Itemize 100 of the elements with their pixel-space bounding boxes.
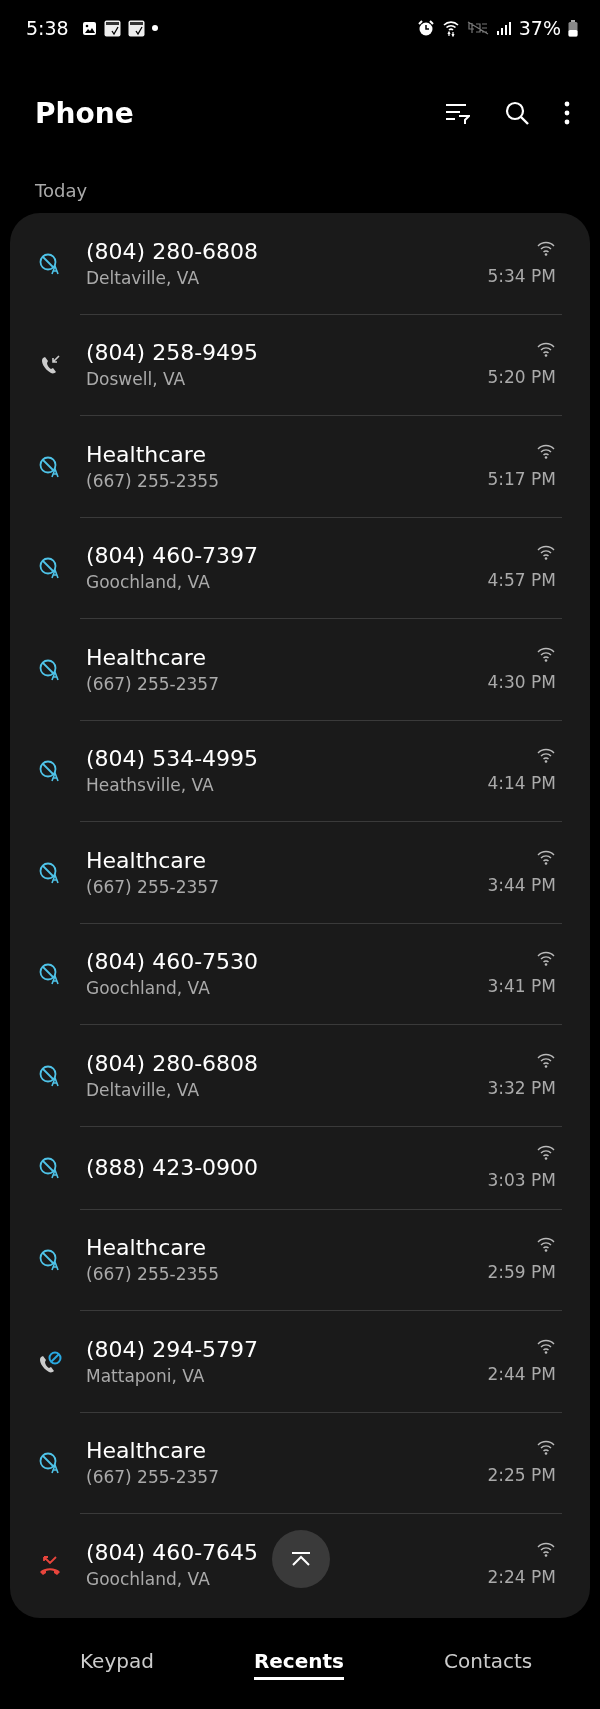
caller-name: (804) 460-7645 [86,1540,259,1566]
caller-name: (804) 460-7530 [86,949,259,975]
caller-detail: Goochland, VA [86,1569,210,1590]
battery-icon [568,19,578,37]
call-log-item[interactable]: (804) 280-6808 Deltaville, VA 5:34 PM [10,213,590,315]
call-log-item[interactable]: (804) 534-4995 Heathsville, VA 4:14 PM [10,720,590,822]
caller-detail: (667) 255-2355 [86,470,219,491]
caller-detail: Goochland, VA [86,572,210,593]
app-title: Phone [35,96,134,130]
wifi-calling-icon [536,545,556,561]
call-time: 3:32 PM [487,1077,556,1098]
gallery-icon [81,20,97,36]
caller-name: Healthcare [86,1235,206,1261]
call-time: 2:59 PM [487,1262,556,1283]
wifi-calling-icon [536,951,556,967]
call-log-item[interactable]: (804) 460-7645 Goochland, VA 2:24 PM [10,1514,590,1616]
call-log-item[interactable]: (804) 280-6808 Deltaville, VA 3:32 PM [10,1025,590,1127]
auto-reject-icon [39,760,61,783]
chevron-up-icon [290,1551,312,1567]
wifi-calling-icon [536,1052,556,1068]
wifi-calling-icon [536,1542,556,1558]
caller-detail: Doswell, VA [86,369,186,390]
call-time: 2:24 PM [487,1567,556,1588]
section-header: Today [34,179,89,203]
caller-detail: (667) 255-2357 [86,1467,219,1488]
alarm-icon [416,19,435,37]
caller-name: Healthcare [86,1438,206,1464]
call-time: 3:44 PM [487,874,556,895]
caller-detail: (667) 255-2355 [86,1264,219,1285]
call-time: 4:30 PM [487,671,556,692]
nav-tab[interactable]: Keypad [80,1644,154,1680]
auto-reject-icon [39,861,61,884]
caller-detail: Mattaponi, VA [86,1365,205,1386]
caller-name: (888) 423-0900 [86,1155,259,1180]
call-time: 5:20 PM [487,367,556,388]
auto-reject-icon [39,455,61,478]
auto-reject-icon [39,252,61,275]
call-log-item[interactable]: (804) 460-7530 Goochland, VA 3:41 PM [10,923,590,1025]
blocked-call-icon [38,1350,62,1373]
auto-reject-icon [39,1064,61,1087]
caller-detail: Heathsville, VA [86,775,214,796]
call-time: 2:25 PM [487,1465,556,1486]
wifi-calling-icon [536,646,556,662]
caller-name: (804) 280-6808 [86,238,259,264]
filter-icon [444,101,470,125]
auto-reject-icon [39,963,61,986]
call-log-item[interactable]: Healthcare (667) 255-2357 3:44 PM [10,822,590,924]
caller-detail: (667) 255-2357 [86,673,219,694]
call-log-item[interactable]: Healthcare (667) 255-2357 2:25 PM [10,1412,590,1514]
wifi-icon [441,19,460,37]
missed-call-icon [38,1553,62,1576]
call-time: 3:41 PM [487,976,556,997]
call-time: 5:17 PM [487,468,556,489]
auto-reject-icon [39,557,61,580]
status-time: 5:38 [26,17,69,39]
call-log-item[interactable]: Healthcare (667) 255-2355 2:59 PM [10,1209,590,1311]
wifi-calling-icon [536,1237,556,1253]
wifi-calling-icon [536,1440,556,1456]
nav-tab[interactable]: Contacts [444,1644,533,1680]
caller-name: Healthcare [86,441,206,467]
call-log-item[interactable]: (804) 258-9495 Doswell, VA 5:20 PM [10,314,590,416]
battery-percent: 37% [518,17,561,39]
caller-name: Healthcare [86,847,206,873]
checklist-icon [127,19,145,37]
signal-icon [495,20,512,36]
caller-detail: Deltaville, VA [86,267,200,288]
wifi-calling-icon [536,1338,556,1354]
call-log-item[interactable]: Healthcare (667) 255-2355 5:17 PM [10,416,590,518]
call-time: 5:34 PM [487,265,556,286]
call-time: 2:44 PM [487,1363,556,1384]
wifi-calling-icon [536,1145,556,1160]
caller-detail: (667) 255-2357 [86,876,219,897]
call-log-item[interactable]: (804) 294-5797 Mattaponi, VA 2:44 PM [10,1311,590,1413]
search-icon [504,100,530,126]
auto-reject-icon [39,1249,61,1272]
caller-name: (804) 294-5797 [86,1336,259,1362]
caller-name: (804) 534-4995 [86,746,259,772]
more-icon [564,101,570,125]
dot-icon [151,25,158,31]
auto-reject-icon [39,658,61,681]
auto-reject-icon [39,1157,61,1179]
caller-detail: Goochland, VA [86,978,210,999]
call-time: 4:57 PM [487,570,556,591]
caller-name: (804) 460-7397 [86,543,259,569]
nav-tab[interactable]: Recents [253,1644,344,1680]
caller-detail: Deltaville, VA [86,1079,200,1100]
call-log-item[interactable]: (888) 423-0900 3:03 PM [10,1126,590,1210]
call-log-item[interactable]: Healthcare (667) 255-2357 4:30 PM [10,619,590,721]
call-time: 4:14 PM [487,773,556,794]
call-time: 3:03 PM [487,1170,556,1190]
caller-name: Healthcare [86,644,206,670]
checklist-icon [103,19,121,37]
wifi-calling-icon [536,240,556,256]
call-log-item[interactable]: (804) 460-7397 Goochland, VA 4:57 PM [10,517,590,619]
caller-name: (804) 258-9495 [86,340,259,366]
wifi-calling-icon [536,849,556,865]
caller-name: (804) 280-6808 [86,1050,259,1076]
wifi-calling-icon [536,342,556,358]
wifi-calling-icon [536,443,556,459]
wifi-calling-icon [536,748,556,764]
